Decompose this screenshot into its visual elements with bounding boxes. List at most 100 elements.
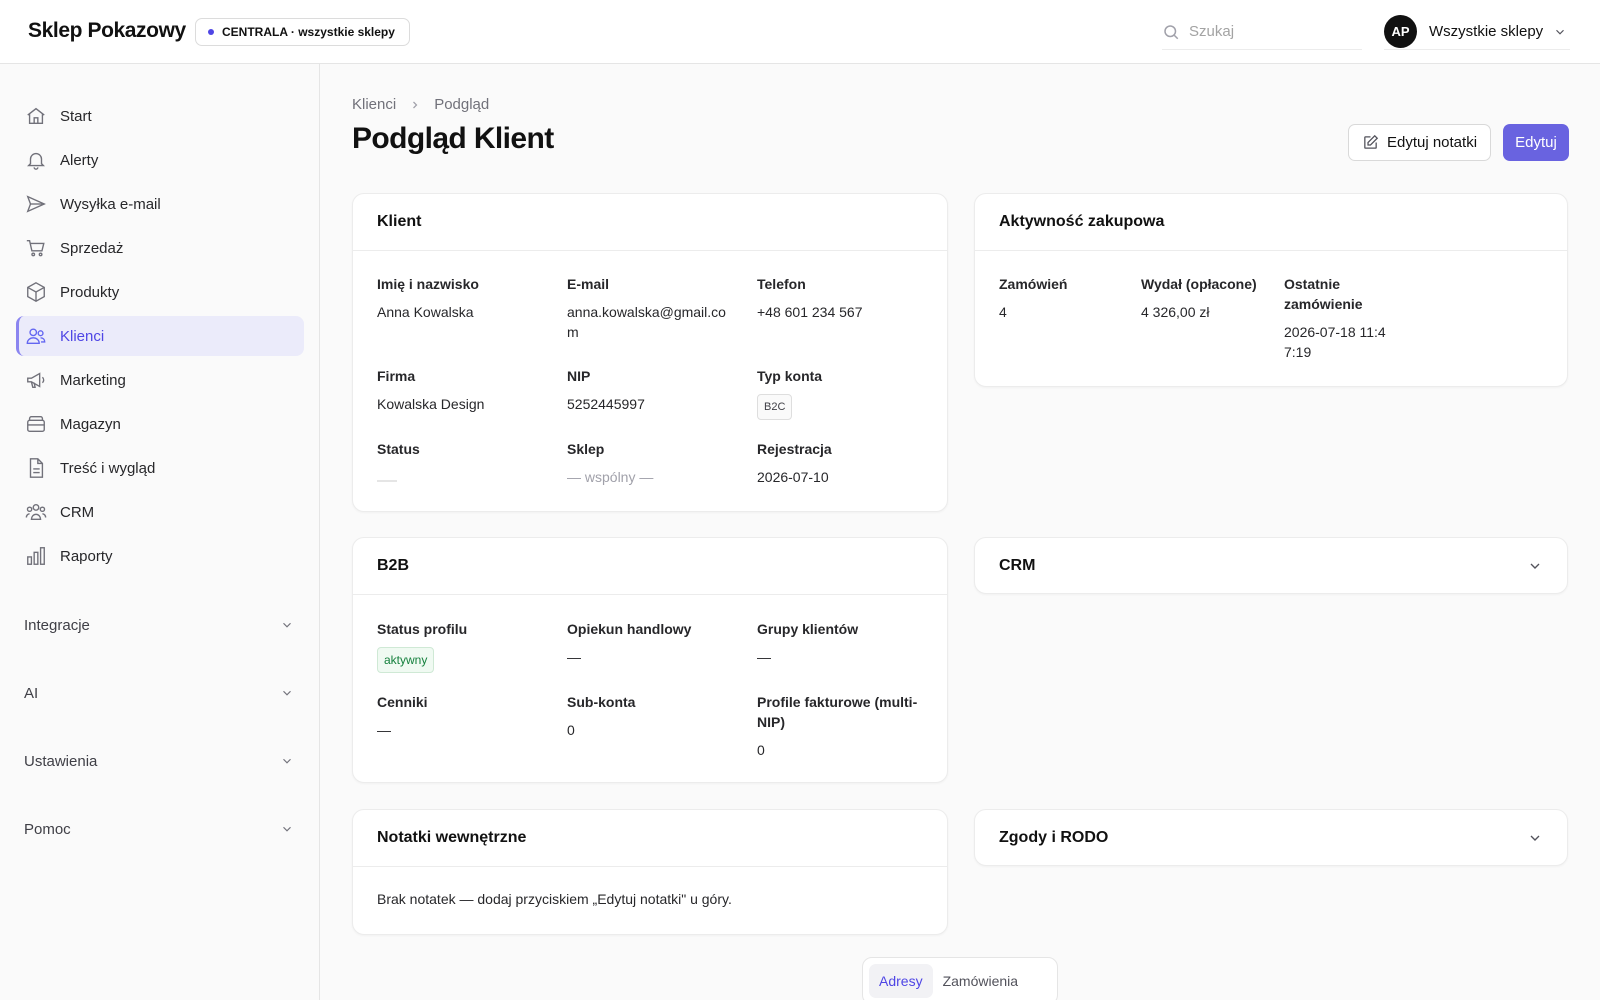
card-header[interactable]: CRM [975,538,1567,594]
field-value: aktywny [377,647,547,673]
sidebar-item-label: Magazyn [60,415,121,433]
tab-orders[interactable]: Zamówienia [933,964,1028,998]
client-card: Klient Imię i nazwisko Anna Kowalska E-m… [352,193,948,512]
status-dot [208,29,214,35]
card-title: Klient [353,194,947,251]
sidebar-item-crm[interactable]: CRM [16,492,304,532]
field-company: Firma Kowalska Design [377,366,547,414]
sidebar-item-warehouse[interactable]: Magazyn [16,404,304,444]
internal-notes-card: Notatki wewnętrzne Brak notatek — dodaj … [352,809,948,935]
avatar[interactable]: AP [1384,15,1417,48]
field-label: Cenniki [377,694,428,710]
edit-notes-label: Edytuj notatki [1386,134,1478,151]
page-title: Podgląd Klient [352,122,554,155]
sidebar-group-settings[interactable]: Ustawienia [24,746,294,776]
field-value: — wspólny — [567,469,654,485]
field-value: 4 326,00 zł [1141,304,1210,320]
field-value: — [377,722,391,738]
field-phone: Telefon +48 601 234 567 [757,274,927,322]
field-label: Telefon [757,276,806,292]
field-shop: Sklep — wspólny — [567,439,737,487]
field-value: — [757,649,771,665]
box-icon [27,282,45,302]
field-status: Status [377,439,547,487]
store-context-badge[interactable]: CENTRALA · wszystkie sklepy [195,18,410,46]
card-header[interactable]: Zgody i RODO [975,810,1567,866]
chevron-down-icon [1556,29,1565,35]
field-value: 0 [567,722,575,738]
tab-addresses[interactable]: Adresy [869,964,933,998]
field-last-order: Ostatnie zamówienie 2026-07-18 11:47:19 [1284,274,1394,362]
megaphone-icon [27,372,45,389]
breadcrumb-current: Podgląd [434,96,490,113]
sidebar-item-products[interactable]: Produkty [16,272,304,312]
chevron-down-icon [283,758,291,764]
sidebar-item-start[interactable]: Start [16,96,304,136]
chevron-down-icon [283,690,291,696]
search-icon [1164,24,1179,39]
sidebar-group-label: Ustawienia [24,752,98,770]
field-price-lists: Cenniki — [377,692,547,740]
field-email: E-mail anna.kowalska@gmail.com [567,274,737,342]
b2b-card: B2B Status profilu aktywny Opiekun handl… [352,537,948,783]
bar-chart-icon [27,547,45,565]
field-label: Sub-konta [567,694,636,710]
sidebar-item-reports[interactable]: Raporty [16,536,304,576]
field-nip: NIP 5252445997 [567,366,737,414]
field-registration: Rejestracja 2026-07-10 [757,439,927,487]
field-value: Kowalska Design [377,396,485,412]
breadcrumb-parent-link[interactable]: Klienci [352,96,396,113]
field-spent: Wydał (opłacone) 4 326,00 zł [1141,274,1271,322]
chevron-down-icon [1530,835,1540,841]
sidebar-item-email[interactable]: Wysyłka e-mail [16,184,304,224]
field-label: Status [377,441,420,457]
cart-icon [26,239,45,257]
field-billing-profiles: Profile fakturowe (multi-NIP) 0 [757,692,932,760]
sidebar-group-help[interactable]: Pomoc [24,814,294,844]
field-account-type: Typ konta B2C [757,366,927,420]
sidebar-item-label: Marketing [60,371,126,389]
sidebar: Start Alerty Wysyłka e-mail Sprzedaż Pro… [0,64,320,1000]
edit-notes-button[interactable]: Edytuj notatki [1348,124,1491,161]
status-empty-placeholder [377,480,397,482]
chevron-down-icon [283,826,291,832]
search-input[interactable] [1189,23,1339,40]
brand-logo[interactable]: Sklep Pokazowy [28,19,186,43]
crm-card[interactable]: CRM [974,537,1568,594]
chevron-right-icon [413,101,418,108]
sidebar-item-alerts[interactable]: Alerty [16,140,304,180]
card-title: Zgody i RODO [999,829,1109,846]
sidebar-item-label: Alerty [60,151,99,169]
sidebar-item-clients[interactable]: Klienci [16,316,304,356]
field-label: Wydał (opłacone) [1141,276,1257,292]
field-label: Grupy klientów [757,621,859,637]
field-value: 2026-07-10 [757,469,829,485]
field-value: 4 [999,304,1007,320]
field-name: Imię i nazwisko Anna Kowalska [377,274,547,322]
users-icon [26,328,46,345]
sidebar-item-sales[interactable]: Sprzedaż [16,228,304,268]
field-profile-status: Status profilu aktywny [377,619,547,673]
sidebar-group-ai[interactable]: AI [24,678,294,708]
sidebar-group-integrations[interactable]: Integracje [24,610,294,640]
sidebar-item-label: Wysyłka e-mail [60,195,161,213]
card-title: CRM [999,557,1036,574]
field-label: Typ konta [757,368,823,384]
field-value [377,467,547,487]
field-value: 5252445997 [567,396,645,412]
account-type-badge: B2C [757,394,793,420]
field-label: NIP [567,368,591,384]
field-label: Status profilu [377,621,468,637]
field-value: — [567,649,581,665]
store-selector[interactable]: AP Wszystkie sklepy [1384,14,1570,50]
chevron-down-icon [283,622,291,628]
sidebar-item-content[interactable]: Treść i wygląd [16,448,304,488]
sidebar-item-label: Klienci [60,327,105,345]
status-badge: aktywny [377,647,435,673]
bell-icon [27,152,45,170]
edit-button[interactable]: Edytuj [1503,124,1569,161]
crm-icon [25,503,47,521]
consents-card[interactable]: Zgody i RODO [974,809,1568,866]
sidebar-item-marketing[interactable]: Marketing [16,360,304,400]
purchase-activity-card: Aktywność zakupowa Zamówień 4 Wydał (opł… [974,193,1568,387]
